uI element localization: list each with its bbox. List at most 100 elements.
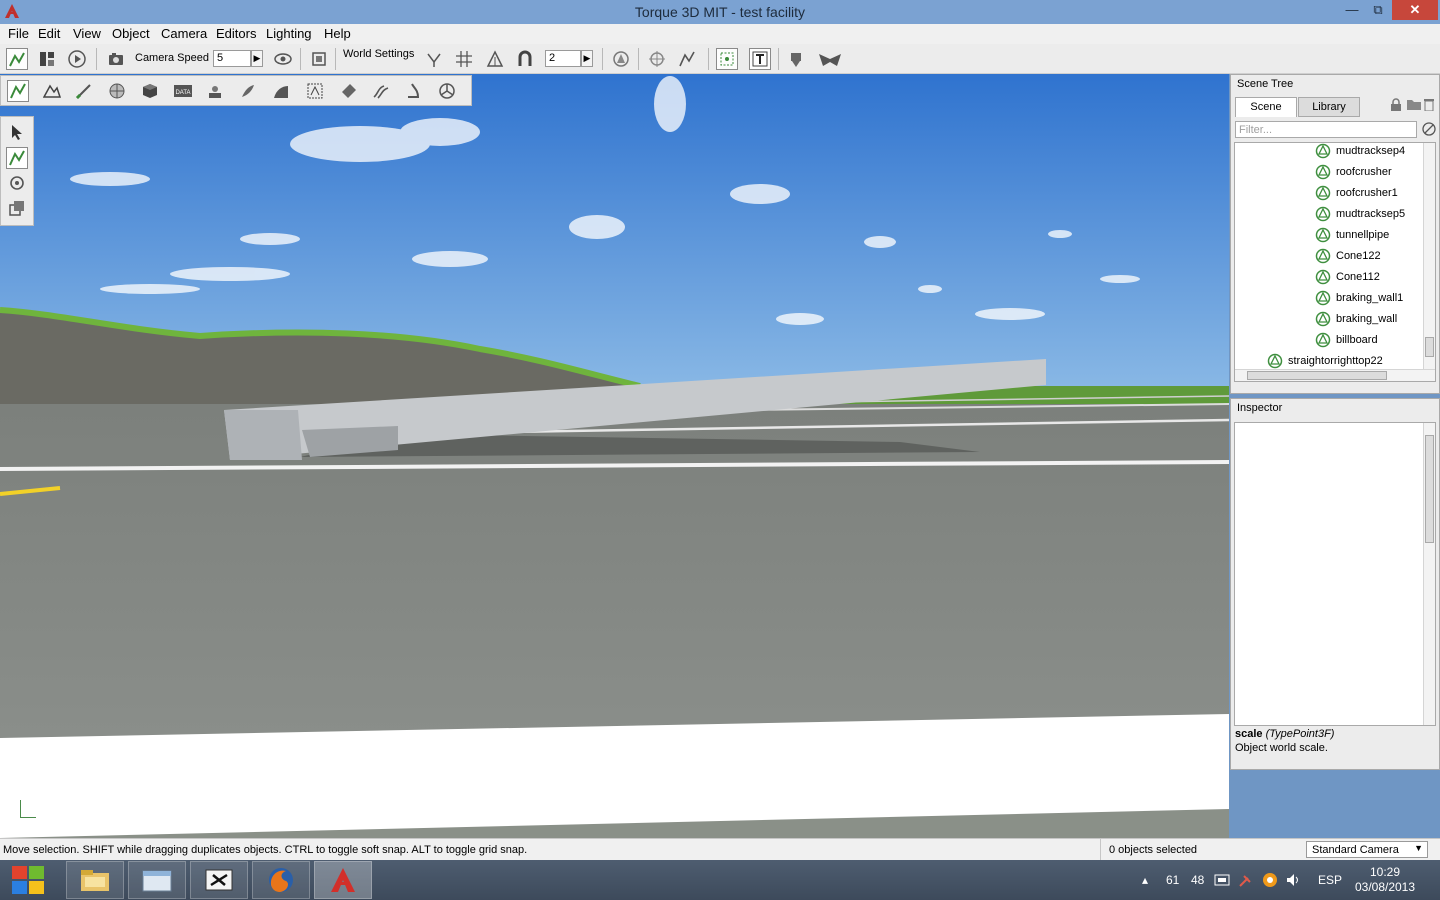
shape-node-icon (1315, 332, 1331, 348)
maximize-button[interactable]: ⧉ (1364, 0, 1392, 20)
object-render-icon[interactable] (610, 48, 632, 70)
world-settings-label[interactable]: World Settings (343, 48, 414, 60)
menu-view[interactable]: View (73, 26, 101, 41)
scrollbar-thumb[interactable] (1425, 337, 1434, 357)
fit-view-icon[interactable] (308, 48, 330, 70)
menu-edit[interactable]: Edit (38, 26, 60, 41)
grid-size-field[interactable]: 2 (545, 50, 581, 67)
visibility-eye-icon[interactable] (272, 48, 294, 70)
road-editor-icon[interactable] (270, 80, 292, 102)
inspector-field-list[interactable] (1234, 422, 1436, 726)
magnet-icon[interactable] (514, 48, 536, 70)
windows-taskbar: ▴ 61 48 ESP 10:29 03/08/2013 (0, 860, 1440, 900)
camera-mode-select[interactable]: Standard Camera ▼ (1306, 841, 1428, 858)
tree-item[interactable]: roofcrusher (1315, 162, 1392, 182)
drop-object-icon[interactable] (785, 48, 807, 70)
svg-text:DATA: DATA (175, 90, 190, 96)
tray-show-hidden-icon[interactable]: ▴ (1142, 860, 1148, 900)
taskbar-torque3d[interactable] (314, 861, 372, 899)
shape-editor-icon[interactable] (139, 80, 161, 102)
tree-item[interactable]: braking_wall (1315, 309, 1397, 329)
material-editor-icon[interactable] (106, 80, 128, 102)
object-editor-icon[interactable] (7, 80, 29, 102)
close-button[interactable]: ✕ (1392, 0, 1438, 20)
main-toolbar: Camera Speed 5 ▶ World Settings 2 ▶ (0, 44, 1440, 74)
taskbar-folder-window[interactable] (128, 861, 186, 899)
object-text-icon[interactable] (749, 48, 771, 70)
clear-filter-icon[interactable] (1421, 121, 1437, 137)
inspector-scrollbar[interactable] (1423, 423, 1435, 725)
play-game-icon[interactable] (66, 48, 88, 70)
camera-speed-field[interactable]: 5 (213, 50, 251, 67)
delete-bin-icon[interactable] (1423, 97, 1435, 111)
move-tool-icon[interactable] (6, 147, 28, 169)
center-selection-icon[interactable] (646, 48, 668, 70)
lock-icon[interactable] (1389, 97, 1403, 111)
menu-help[interactable]: Help (324, 26, 351, 41)
camera-icon[interactable] (105, 48, 127, 70)
scene-tree-header: Scene Tree (1237, 78, 1294, 90)
taskbar-firefox[interactable] (252, 861, 310, 899)
minimize-button[interactable]: — (1338, 0, 1366, 20)
navmesh-editor-icon[interactable] (404, 80, 426, 102)
grid-snap-icon[interactable] (453, 48, 475, 70)
tab-library[interactable]: Library (1298, 97, 1360, 117)
tree-item[interactable]: mudtracksep4 (1315, 143, 1405, 161)
tree-item[interactable]: Cone112 (1315, 267, 1380, 287)
grid-size-spin[interactable]: ▶ (581, 50, 593, 67)
object-transform-icon[interactable] (676, 48, 698, 70)
rotate-tool-icon[interactable] (6, 172, 28, 194)
tree-item-label: tunnellpipe (1336, 229, 1390, 241)
menu-lighting[interactable]: Lighting (266, 26, 312, 41)
tree-item[interactable]: braking_wall1 (1315, 288, 1403, 308)
world-editor-icon[interactable] (6, 48, 28, 70)
menu-object[interactable]: Object (112, 26, 150, 41)
menu-file[interactable]: File (8, 26, 29, 41)
tab-scene[interactable]: Scene (1235, 97, 1297, 117)
particle-editor-icon[interactable] (204, 80, 226, 102)
taskbar-explorer[interactable] (66, 861, 124, 899)
gui-editor-icon[interactable] (36, 48, 58, 70)
tree-item[interactable]: mudtracksep5 (1315, 204, 1405, 224)
select-arrow-icon[interactable] (6, 121, 28, 143)
menu-camera[interactable]: Camera (161, 26, 207, 41)
prefab-icon[interactable] (816, 48, 844, 70)
tree-horizontal-scrollbar[interactable] (1235, 369, 1435, 381)
terrain-painter-icon[interactable] (73, 80, 95, 102)
taskbar-clock[interactable]: 10:29 03/08/2013 (1350, 865, 1420, 895)
bounds-snap-icon[interactable] (484, 48, 506, 70)
tree-vertical-scrollbar[interactable] (1423, 143, 1435, 381)
tree-item[interactable]: roofcrusher1 (1315, 183, 1398, 203)
river-editor-icon[interactable] (370, 80, 392, 102)
3d-viewport[interactable] (0, 74, 1229, 838)
tray-update-icon[interactable] (1262, 860, 1278, 900)
terrain-editor-icon[interactable] (41, 80, 63, 102)
selection-box-icon[interactable] (716, 48, 738, 70)
scrollbar-thumb[interactable] (1247, 371, 1387, 380)
tree-item[interactable]: billboard (1315, 330, 1378, 350)
taskbar-app-x[interactable] (190, 861, 248, 899)
help-description: Object world scale. (1235, 742, 1328, 754)
tree-item[interactable]: tunnellpipe (1315, 225, 1389, 245)
menu-editors[interactable]: Editors (216, 26, 256, 41)
forest-editor-icon[interactable] (237, 80, 259, 102)
start-button[interactable] (2, 861, 54, 899)
scene-filter-input[interactable]: Filter... (1235, 121, 1417, 138)
tree-item[interactable]: Cone122 (1315, 246, 1381, 266)
tree-item-parent[interactable]: straightorrighttop22 (1267, 351, 1383, 371)
scale-tool-icon[interactable] (6, 197, 28, 219)
camera-speed-spin[interactable]: ▶ (251, 50, 263, 67)
decal-editor-icon[interactable] (304, 80, 326, 102)
tray-language[interactable]: ESP (1318, 860, 1342, 900)
snap-to-terrain-icon[interactable] (423, 48, 445, 70)
folder-icon[interactable] (1406, 97, 1422, 111)
mesh-road-icon[interactable] (338, 80, 360, 102)
sketch-tool-icon[interactable] (436, 80, 458, 102)
scrollbar-thumb[interactable] (1425, 435, 1434, 543)
barrier-end (224, 410, 302, 460)
tray-network-icon[interactable] (1214, 860, 1230, 900)
scene-tree-list[interactable]: mudtracksep4 roofcrusher roofcrusher1 mu… (1234, 142, 1436, 382)
tray-tools-icon[interactable] (1238, 860, 1254, 900)
datablock-editor-icon[interactable]: DATA (172, 80, 194, 102)
tray-volume-icon[interactable] (1285, 860, 1301, 900)
